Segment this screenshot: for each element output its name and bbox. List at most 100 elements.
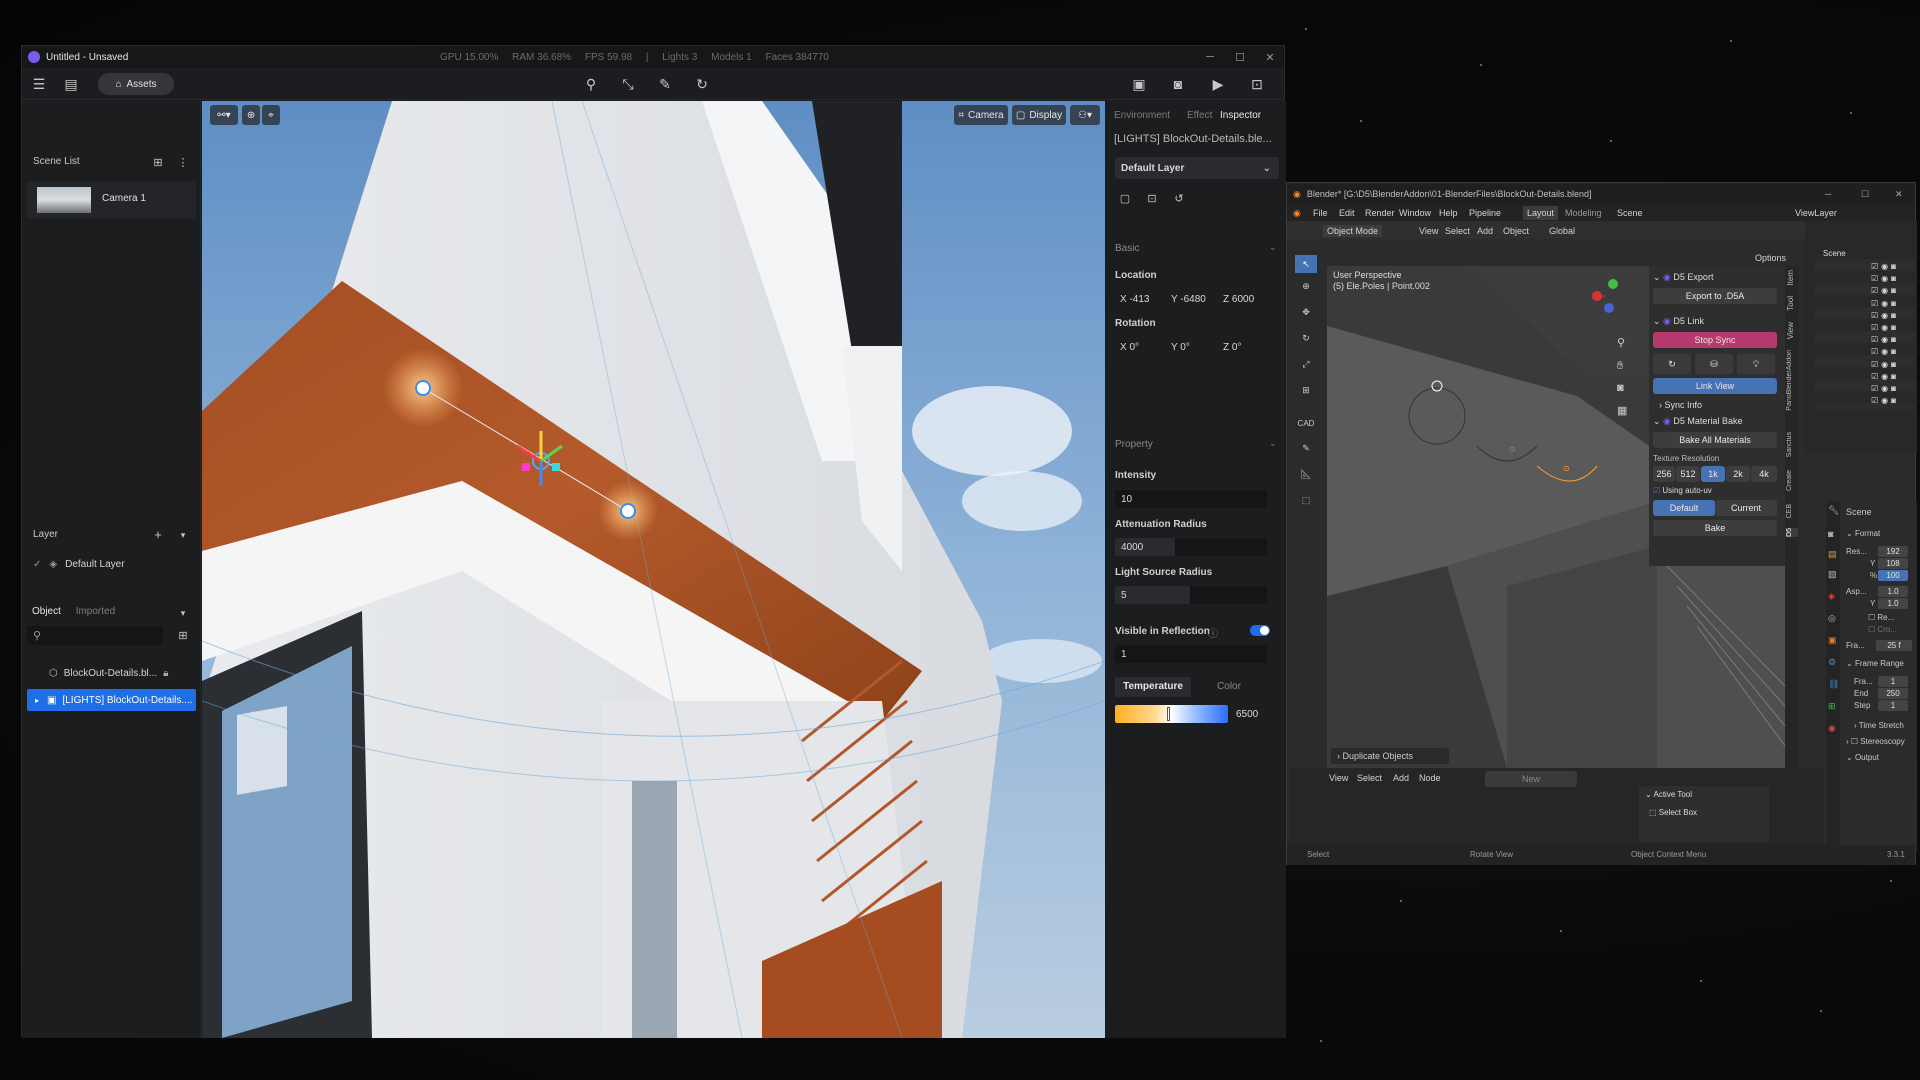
node-editor[interactable]: View Select Add Node New ⌄ Active Tool ⬚… xyxy=(1289,768,1824,845)
close-button[interactable]: ✕ xyxy=(1255,46,1285,68)
more-options-icon[interactable]: ⋮ xyxy=(174,155,192,171)
side-tab-item[interactable]: Item xyxy=(1786,270,1795,286)
frame-end-field[interactable]: 250 xyxy=(1878,688,1908,699)
help-icon[interactable]: ⓘ xyxy=(1208,625,1218,640)
aspect-y-field[interactable]: 1.0 xyxy=(1878,598,1908,609)
view-layer-selector[interactable]: ViewLayer xyxy=(1795,208,1837,218)
reflection-toggle[interactable] xyxy=(1250,625,1270,636)
res-percent-field[interactable]: 100 xyxy=(1878,570,1908,581)
intensity-input[interactable]: 10 xyxy=(1115,490,1267,508)
rotation-x[interactable]: X 0° xyxy=(1120,342,1139,353)
sync-refresh-icon[interactable]: ↻ xyxy=(1653,354,1691,374)
tab-temperature[interactable]: Temperature xyxy=(1115,677,1191,697)
tab-color[interactable]: Color xyxy=(1191,677,1267,697)
select-box-tool[interactable]: ⬚ Select Box xyxy=(1649,808,1697,817)
camera-button[interactable]: ⌗ Camera xyxy=(954,105,1008,125)
tab-inspector[interactable]: Inspector xyxy=(1220,110,1261,121)
temperature-value[interactable]: 6500 xyxy=(1236,709,1258,720)
render-viewport[interactable]: ⚯▾ ⊕ ⌖ ⌗ Camera ▢ Display ⚇▾ xyxy=(202,101,1105,1038)
video-icon[interactable]: ▶ xyxy=(1209,76,1227,92)
display-button[interactable]: ▢ Display xyxy=(1012,105,1066,125)
modifier-props-icon[interactable]: ⚙ xyxy=(1828,657,1836,668)
menu-window[interactable]: Window xyxy=(1399,208,1431,218)
constraint-props-icon[interactable]: ⛓︎ xyxy=(1828,679,1839,690)
current-button[interactable]: Current xyxy=(1715,500,1777,516)
stop-sync-button[interactable]: Stop Sync xyxy=(1653,332,1777,348)
lock-icon[interactable]: 🔒︎ xyxy=(163,668,168,679)
scene-selector[interactable]: Scene xyxy=(1617,208,1643,218)
attenuation-slider-track[interactable] xyxy=(1175,538,1267,556)
light-handle-a[interactable] xyxy=(415,380,431,396)
object-mode-dropdown[interactable]: Object Mode xyxy=(1323,225,1383,237)
menu-render[interactable]: Render xyxy=(1365,208,1395,218)
temperature-handle[interactable] xyxy=(1167,707,1170,721)
format-header[interactable]: ⌄ Format xyxy=(1846,529,1880,538)
render-region-checkbox[interactable]: ☐ Re... xyxy=(1868,613,1894,622)
collapse-basic-icon[interactable]: ⌄ xyxy=(1269,242,1277,253)
inbox-icon[interactable]: ⊡ xyxy=(1248,76,1266,92)
refresh-icon[interactable]: ↻ xyxy=(693,76,711,92)
side-tab-view[interactable]: View xyxy=(1786,322,1795,339)
object-filter-icon[interactable]: ▾ xyxy=(174,605,192,621)
material-props-icon[interactable]: ◉ xyxy=(1828,723,1836,734)
cursor-tool-icon[interactable]: ⊕ xyxy=(1295,281,1317,299)
location-x[interactable]: X -413 xyxy=(1120,294,1149,305)
menu-help[interactable]: Help xyxy=(1439,208,1458,218)
export-d5a-button[interactable]: Export to .D5A xyxy=(1653,288,1777,304)
options-dropdown[interactable]: Options xyxy=(1755,253,1786,263)
bake-button[interactable]: Bake xyxy=(1653,520,1777,536)
add-cube-tool-icon[interactable]: ⬚ xyxy=(1295,495,1317,513)
file-icon[interactable]: ▤ xyxy=(62,76,80,92)
focus-icon[interactable]: ⊡ xyxy=(1143,191,1161,207)
side-tab-create[interactable]: Create xyxy=(1786,470,1793,491)
tree-item-lights[interactable]: ▸ ▣ [LIGHTS] BlockOut-Details.... xyxy=(27,689,196,711)
collapse-property-icon[interactable]: ⌄ xyxy=(1269,438,1277,449)
copy-icon[interactable]: ▢ xyxy=(1116,191,1134,207)
globe-icon[interactable]: ⊕ xyxy=(242,105,260,125)
light-source-radius-input[interactable]: 5 xyxy=(1115,586,1190,604)
node-select-menu[interactable]: Select xyxy=(1357,773,1382,783)
header-add[interactable]: Add xyxy=(1477,226,1493,236)
attenuation-radius-input[interactable]: 4000 xyxy=(1115,538,1175,556)
brush-icon[interactable]: ✎ xyxy=(656,76,674,92)
res-x-field[interactable]: 192 xyxy=(1878,546,1908,557)
world-props-icon[interactable]: ◎ xyxy=(1828,613,1836,624)
header-select[interactable]: Select xyxy=(1445,226,1470,236)
res-1k[interactable]: 1k xyxy=(1701,466,1725,482)
person-view-dropdown[interactable]: ⚇▾ xyxy=(1070,105,1100,125)
menu-pipeline[interactable]: Pipeline xyxy=(1469,208,1501,218)
node-view-menu[interactable]: View xyxy=(1329,773,1348,783)
measure-tool-icon[interactable]: 📐︎ xyxy=(1295,469,1317,487)
ortho-grid-icon[interactable]: ▦ xyxy=(1617,404,1627,417)
object-search-input[interactable]: ⚲ xyxy=(27,626,163,645)
crop-checkbox[interactable]: ☐ Cro... xyxy=(1868,625,1897,634)
reflection-value-input[interactable]: 1 xyxy=(1115,645,1267,663)
scale-tool-icon[interactable]: ⤢ xyxy=(1295,359,1317,377)
duplicate-objects-panel[interactable]: › Duplicate Objects xyxy=(1331,748,1449,764)
aspect-x-field[interactable]: 1.0 xyxy=(1878,586,1908,597)
header-object[interactable]: Object xyxy=(1503,226,1529,236)
rotate-tool-icon[interactable]: ↻ xyxy=(1295,333,1317,351)
minimize-button[interactable]: ─ xyxy=(1195,46,1225,68)
tool-props-icon[interactable]: 🔧︎ xyxy=(1828,505,1839,516)
outliner-tree[interactable]: ☑◉◙ ☑◉◙ ☑◉◙ ☑◉◙ ☑◉◙ ☑◉◙ ☑◉◙ ☑◉◙ ☑◉◙ ☑◉◙ ☑◉◙ ☑◉◙ xyxy=(1815,259,1915,409)
res-4k[interactable]: 4k xyxy=(1751,466,1777,482)
stereoscopy-header[interactable]: › ☐ Stereoscopy xyxy=(1846,737,1905,746)
rotation-y[interactable]: Y 0° xyxy=(1171,342,1190,353)
res-2k[interactable]: 2k xyxy=(1726,466,1750,482)
bl-close-button[interactable]: ✕ xyxy=(1895,189,1903,200)
cad-tool[interactable]: CAD xyxy=(1295,419,1317,437)
frame-start-field[interactable]: 1 xyxy=(1878,676,1908,687)
layer-item-default[interactable]: ✓ ◈ Default Layer xyxy=(27,553,196,575)
render-image-icon[interactable]: ▣ xyxy=(1130,76,1148,92)
light-source-slider-track[interactable] xyxy=(1190,586,1267,604)
transform-tool-icon[interactable]: ⊞ xyxy=(1295,385,1317,403)
light-bulb-icon[interactable]: ⚲ xyxy=(582,76,600,92)
output-props-icon[interactable]: ▤ xyxy=(1828,549,1837,560)
default-button[interactable]: Default xyxy=(1653,500,1715,516)
bl-minimize-button[interactable]: ─ xyxy=(1825,189,1831,199)
tree-item-blockout[interactable]: ⬡ BlockOut-Details.bl... 🔒︎ xyxy=(27,662,196,684)
node-node-menu[interactable]: Node xyxy=(1419,773,1441,783)
res-256[interactable]: 256 xyxy=(1653,466,1675,482)
orientation-dropdown[interactable]: Global xyxy=(1549,226,1575,236)
